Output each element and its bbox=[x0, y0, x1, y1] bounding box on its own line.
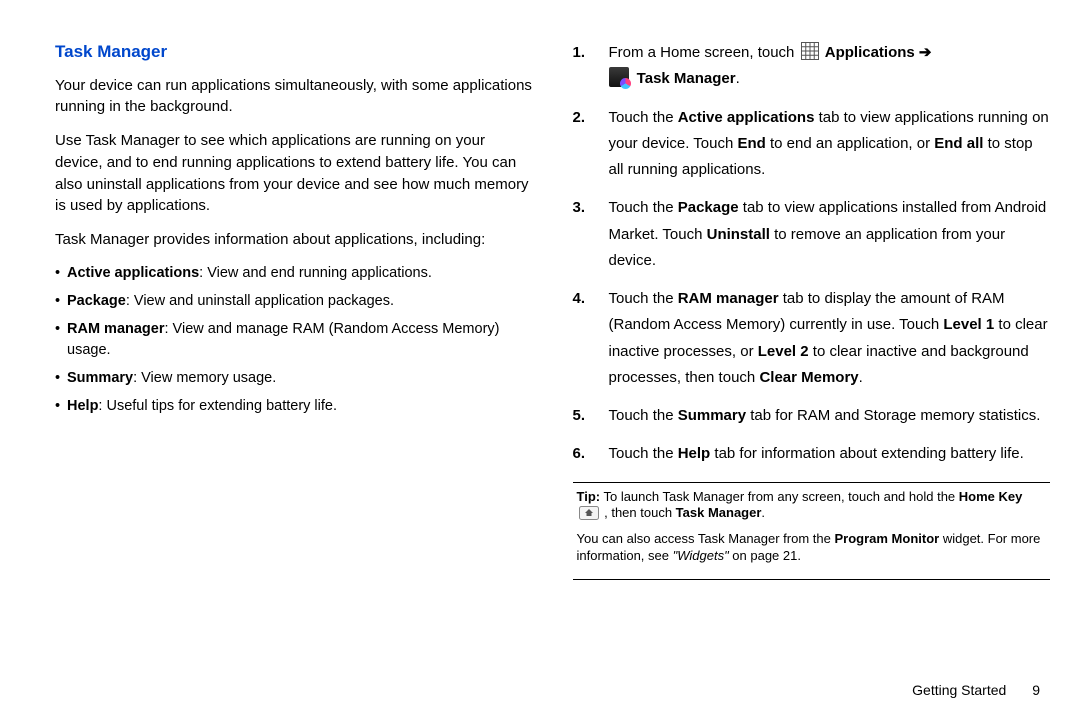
footer-page-number: 9 bbox=[1032, 682, 1040, 698]
footer-section: Getting Started bbox=[912, 682, 1006, 698]
intro-para-3: Task Manager provides information about … bbox=[55, 229, 533, 251]
step-1: 1. From a Home screen, touch bbox=[573, 40, 1051, 93]
task-manager-icon bbox=[609, 67, 629, 87]
bullet-ram-manager: RAM manager: View and manage RAM (Random… bbox=[55, 319, 533, 361]
divider-top bbox=[573, 482, 1051, 483]
right-column: 1. From a Home screen, touch bbox=[573, 40, 1051, 586]
intro-para-1: Your device can run applications simulta… bbox=[55, 75, 533, 119]
steps-list: 1. From a Home screen, touch bbox=[573, 40, 1051, 468]
step-3: 3. Touch the Package tab to view applica… bbox=[573, 195, 1051, 274]
tip-block: Tip: To launch Task Manager from any scr… bbox=[573, 489, 1051, 566]
step-6: 6. Touch the Help tab for information ab… bbox=[573, 441, 1051, 467]
apps-grid-icon bbox=[801, 42, 819, 60]
step-4: 4. Touch the RAM manager tab to display … bbox=[573, 286, 1051, 391]
home-key-icon bbox=[579, 506, 599, 525]
step-5: 5. Touch the Summary tab for RAM and Sto… bbox=[573, 403, 1051, 429]
page-footer: Getting Started 9 bbox=[912, 682, 1040, 698]
divider-bottom bbox=[573, 579, 1051, 580]
bullet-active-apps: Active applications: View and end runnin… bbox=[55, 263, 533, 284]
bullet-summary: Summary: View memory usage. bbox=[55, 368, 533, 389]
left-column: Task Manager Your device can run applica… bbox=[55, 40, 533, 586]
bullet-package: Package: View and uninstall application … bbox=[55, 291, 533, 312]
step-2: 2. Touch the Active applications tab to … bbox=[573, 105, 1051, 184]
bullet-list: Active applications: View and end runnin… bbox=[55, 263, 533, 417]
intro-para-2: Use Task Manager to see which applicatio… bbox=[55, 130, 533, 217]
bullet-help: Help: Useful tips for extending battery … bbox=[55, 396, 533, 417]
section-heading: Task Manager bbox=[55, 40, 533, 65]
